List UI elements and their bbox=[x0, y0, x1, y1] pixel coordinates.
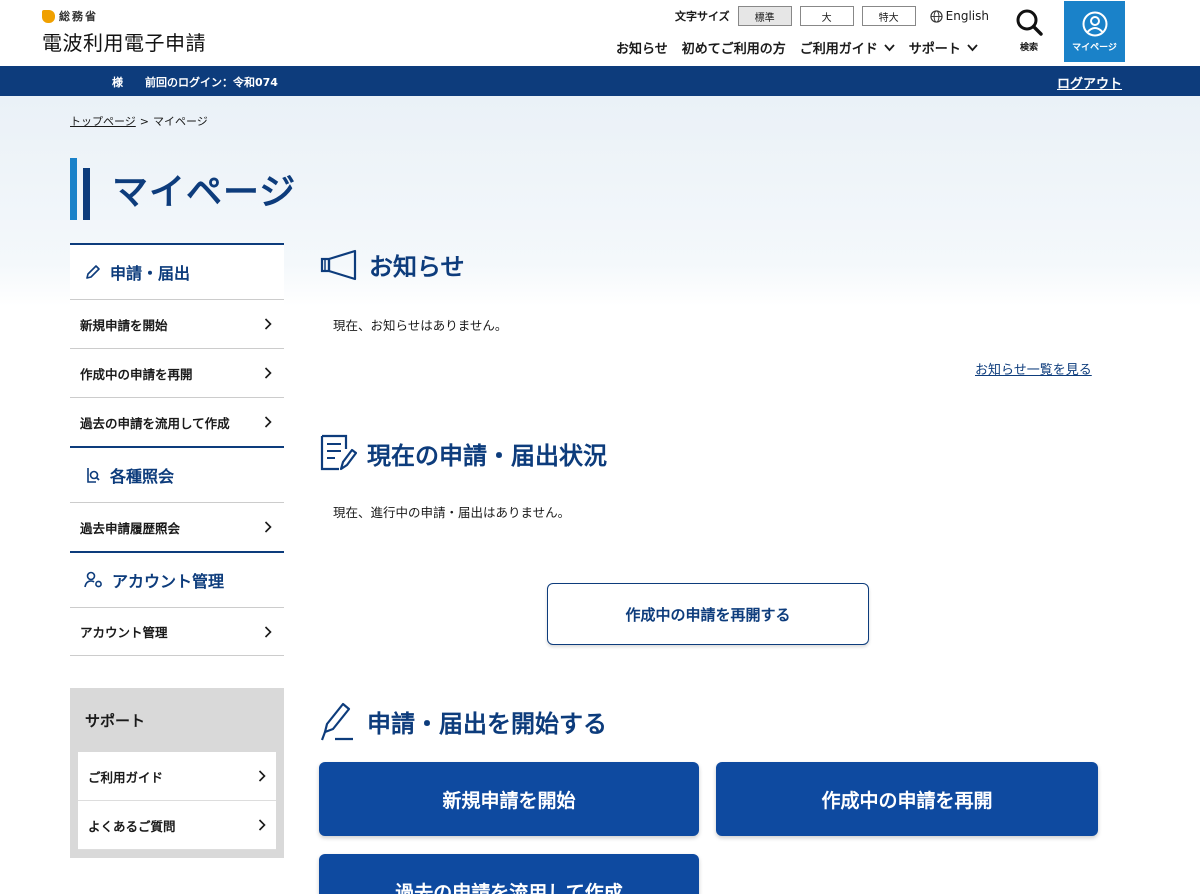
nav-guide-label: ご利用ガイド bbox=[799, 42, 878, 57]
chevron-down-icon bbox=[884, 43, 895, 51]
sidebar-item-label: アカウント管理 bbox=[80, 625, 168, 640]
support-box: サポート ご利用ガイド よくあるご質問 bbox=[70, 688, 284, 858]
news-heading: お知らせ bbox=[319, 247, 465, 282]
sidebar-item-label: 作成中の申請を再開 bbox=[80, 366, 193, 382]
user-icon bbox=[1082, 11, 1107, 36]
megaphone-icon bbox=[320, 249, 357, 280]
sidebar-heading-inquiry: 各種照会 bbox=[70, 446, 284, 502]
user-settings-icon bbox=[84, 571, 102, 588]
site-header: 総務省 電波利用電子申請 文字サイズ 標準 大 特大 English お知らせ … bbox=[0, 0, 1200, 66]
support-item-guide[interactable]: ご利用ガイド bbox=[78, 752, 276, 801]
start-new-application-button[interactable]: 新規申請を開始 bbox=[319, 762, 699, 836]
sidebar-item-account[interactable]: アカウント管理 bbox=[70, 607, 284, 656]
status-title: 現在の申請・届出状況 bbox=[367, 441, 607, 470]
site-title: 電波利用電子申請 bbox=[42, 31, 206, 55]
sidebar-heading-label: 各種照会 bbox=[110, 467, 175, 486]
ministry-logo: 総務省 bbox=[42, 8, 206, 24]
sidebar-heading-account: アカウント管理 bbox=[70, 551, 284, 607]
chevron-right-icon bbox=[258, 819, 266, 831]
document-edit-icon bbox=[320, 434, 357, 471]
sidebar: 申請・届出 新規申請を開始 作成中の申請を再開 過去の申請を流用して作成 各種照… bbox=[70, 243, 284, 656]
status-empty-text: 現在、進行中の申請・届出はありません。 bbox=[333, 505, 571, 520]
last-login-text: 前回のログイン：令和074 bbox=[145, 76, 278, 89]
breadcrumb-current: マイページ bbox=[153, 115, 208, 128]
sidebar-item-resume-draft[interactable]: 作成中の申請を再開 bbox=[70, 348, 284, 397]
sidebar-heading-application: 申請・届出 bbox=[70, 243, 284, 299]
nav-first-time-label: 初めてご利用の方 bbox=[681, 42, 786, 57]
language-label: English bbox=[945, 9, 990, 23]
nav-news[interactable]: お知らせ bbox=[616, 38, 668, 57]
support-item-label: よくあるご質問 bbox=[88, 818, 176, 834]
global-nav: お知らせ 初めてご利用の方 ご利用ガイド サポート bbox=[616, 38, 992, 57]
title-accent-bar bbox=[70, 158, 77, 220]
chevron-right-icon bbox=[264, 318, 272, 330]
nav-news-label: お知らせ bbox=[616, 42, 668, 57]
news-empty-text: 現在、お知らせはありません。 bbox=[333, 318, 508, 333]
nav-guide[interactable]: ご利用ガイド bbox=[800, 38, 895, 57]
support-item-faq[interactable]: よくあるご質問 bbox=[78, 801, 276, 850]
logout-link[interactable]: ログアウト bbox=[1057, 73, 1122, 92]
start-heading: 申請・届出を開始する bbox=[319, 700, 607, 742]
chevron-right-icon bbox=[264, 625, 272, 638]
sidebar-item-reuse-past[interactable]: 過去の申請を流用して作成 bbox=[70, 397, 284, 446]
font-size-standard-button[interactable]: 標準 bbox=[737, 6, 792, 26]
user-bar: 様 前回のログイン：令和074 ログアウト bbox=[0, 66, 1200, 96]
support-item-label: ご利用ガイド bbox=[88, 769, 164, 785]
user-name-suffix: 様 bbox=[112, 76, 123, 89]
ministry-name: 総務省 bbox=[59, 10, 98, 23]
sidebar-heading-label: アカウント管理 bbox=[112, 572, 225, 591]
font-size-xlarge-button[interactable]: 特大 bbox=[861, 6, 916, 26]
mypage-button[interactable]: マイページ bbox=[1064, 1, 1125, 62]
nav-first-time[interactable]: 初めてご利用の方 bbox=[682, 38, 786, 57]
breadcrumb: トップページ > マイページ bbox=[70, 113, 208, 129]
pen-icon bbox=[320, 702, 353, 741]
chevron-down-icon bbox=[967, 43, 978, 51]
news-list-link[interactable]: お知らせ一覧を見る bbox=[975, 359, 1092, 378]
title-accent-bar-dark bbox=[83, 168, 90, 220]
font-size-label: 文字サイズ bbox=[675, 10, 730, 23]
globe-icon bbox=[930, 9, 943, 23]
document-search-icon bbox=[87, 468, 100, 483]
sidebar-item-history[interactable]: 過去申請履歴照会 bbox=[70, 502, 284, 551]
chevron-right-icon bbox=[264, 367, 272, 379]
breadcrumb-top-link[interactable]: トップページ bbox=[70, 113, 136, 129]
page-title: マイページ bbox=[112, 172, 297, 213]
chevron-right-icon bbox=[264, 521, 272, 533]
sidebar-item-new-application[interactable]: 新規申請を開始 bbox=[70, 299, 284, 348]
support-title: サポート bbox=[85, 711, 146, 730]
sidebar-item-label: 過去申請履歴照会 bbox=[80, 520, 181, 536]
font-size-large-button[interactable]: 大 bbox=[799, 6, 854, 26]
search-button[interactable]: 検索 bbox=[1009, 8, 1049, 58]
nav-support[interactable]: サポート bbox=[909, 38, 978, 57]
chevron-right-icon bbox=[258, 770, 266, 782]
reuse-past-application-button[interactable]: 過去の申請を流用して作成 bbox=[319, 854, 699, 894]
font-size-switcher: 文字サイズ 標準 大 特大 English bbox=[675, 6, 989, 26]
status-heading: 現在の申請・届出状況 bbox=[319, 433, 607, 473]
nav-support-label: サポート bbox=[908, 42, 961, 57]
start-title: 申請・届出を開始する bbox=[367, 709, 607, 738]
site-logo[interactable]: 総務省 電波利用電子申請 bbox=[42, 8, 206, 56]
resume-draft-button[interactable]: 作成中の申請を再開する bbox=[547, 583, 869, 645]
language-link[interactable]: English bbox=[930, 9, 989, 23]
chevron-right-icon bbox=[264, 416, 272, 428]
breadcrumb-separator: > bbox=[139, 114, 149, 128]
page-title-block: マイページ bbox=[70, 158, 296, 220]
pencil-icon bbox=[86, 265, 100, 279]
resume-application-button[interactable]: 作成中の申請を再開 bbox=[716, 762, 1098, 836]
sidebar-heading-label: 申請・届出 bbox=[110, 264, 191, 283]
search-label: 検索 bbox=[1019, 43, 1038, 53]
news-title: お知らせ bbox=[369, 253, 465, 281]
search-icon bbox=[1016, 9, 1043, 36]
ministry-mark-icon bbox=[42, 9, 55, 23]
sidebar-item-label: 新規申請を開始 bbox=[80, 317, 168, 333]
sidebar-item-label: 過去の申請を流用して作成 bbox=[80, 415, 230, 431]
mypage-label: マイページ bbox=[1072, 42, 1117, 53]
